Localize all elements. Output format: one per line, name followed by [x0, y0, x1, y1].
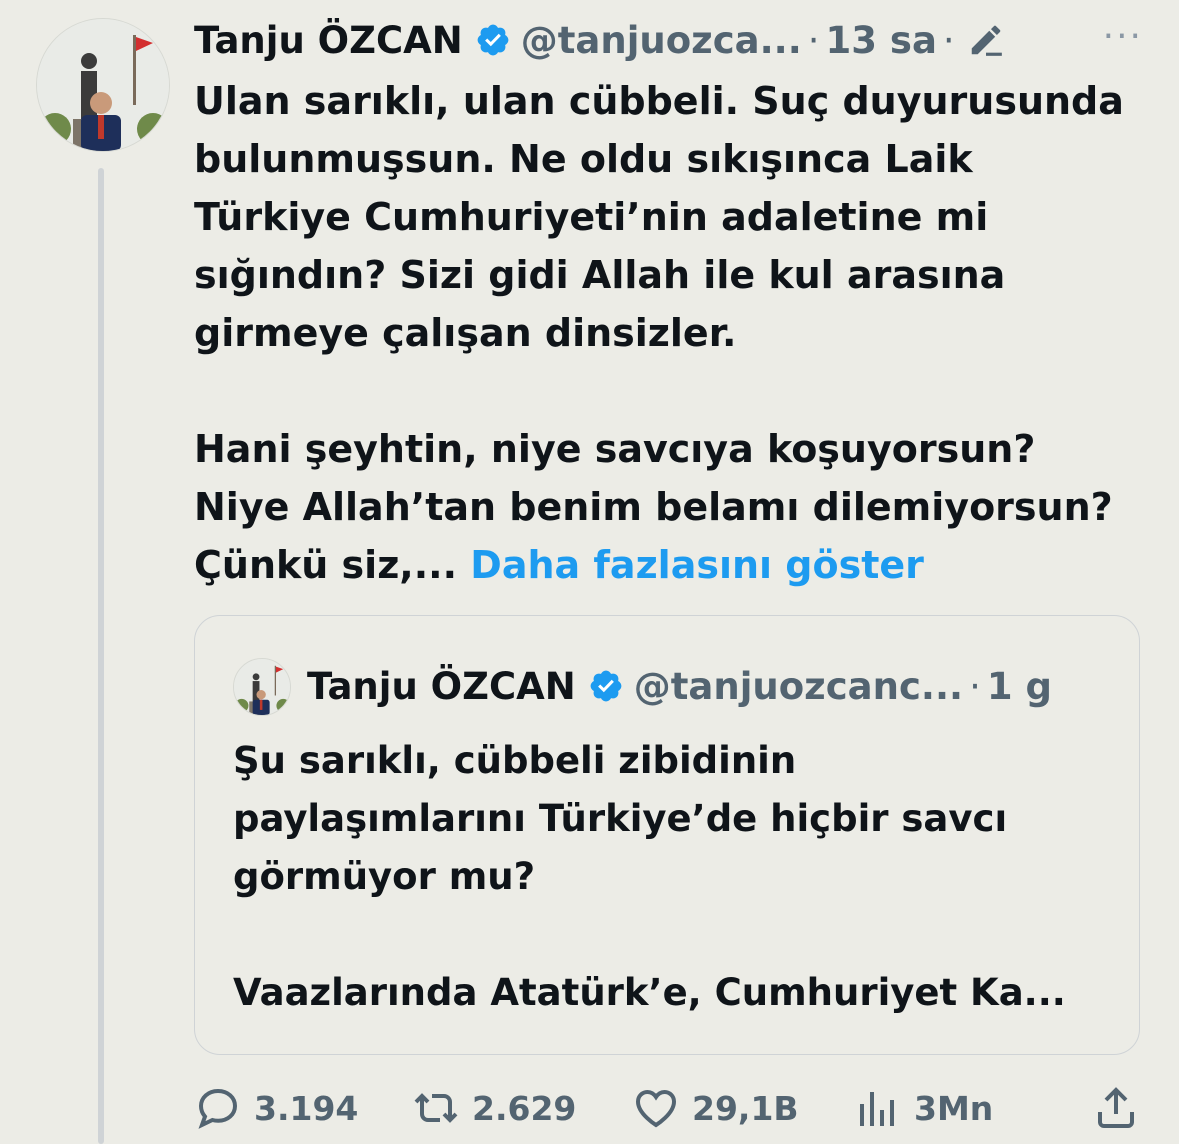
tweet-header: Tanju ÖZCAN @tanjuozca... · 13 sa · [194, 14, 1154, 66]
like-button[interactable]: 29,1B [632, 1078, 799, 1138]
tweet-timestamp[interactable]: 13 sa [826, 19, 937, 62]
separator-dot: · [807, 18, 820, 62]
quoted-tweet-header: Tanju ÖZCAN @tanjuozcanc... · 1 g [307, 660, 1052, 712]
reply-icon [198, 1088, 238, 1129]
tweet-body: Ulan sarıklı, ulan cübbeli. Suç duyurusu… [194, 79, 1124, 587]
author-avatar[interactable] [36, 18, 170, 152]
like-count: 29,1B [692, 1088, 799, 1128]
share-button[interactable] [1092, 1078, 1140, 1138]
separator-dot: · [969, 664, 981, 708]
reply-count: 3.194 [254, 1088, 359, 1128]
view-count: 3Mn [914, 1088, 994, 1128]
retweet-icon [414, 1093, 458, 1123]
retweet-count: 2.629 [472, 1088, 577, 1128]
author-handle[interactable]: @tanjuozca... [521, 19, 802, 62]
thread-connector-line [98, 168, 104, 1144]
edited-pencil-icon[interactable] [967, 21, 1005, 59]
verified-badge-icon [477, 24, 509, 56]
quoted-author-handle: @tanjuozcanc... [633, 664, 964, 708]
quoted-author-name: Tanju ÖZCAN [307, 664, 576, 708]
views-icon [860, 1092, 894, 1126]
quoted-tweet-card[interactable]: Tanju ÖZCAN @tanjuozcanc... · 1 g Şu sar… [194, 615, 1140, 1055]
show-more-link[interactable]: Daha fazlasını göster [470, 543, 924, 587]
author-name[interactable]: Tanju ÖZCAN [194, 19, 463, 62]
reply-button[interactable]: 3.194 [194, 1078, 358, 1138]
heart-icon [635, 1089, 677, 1128]
quoted-author-avatar [233, 658, 291, 716]
verified-badge-icon [590, 670, 622, 702]
share-icon [1098, 1087, 1134, 1128]
quoted-tweet-timestamp: 1 g [986, 664, 1052, 708]
tweet-action-bar: 3.194 2.629 29,1B 3Mn [194, 1078, 1144, 1138]
retweet-button[interactable]: 2.629 [412, 1078, 576, 1138]
tweet-text: Ulan sarıklı, ulan cübbeli. Suç duyurusu… [194, 72, 1154, 594]
separator-dot: · [942, 18, 955, 62]
more-options-icon[interactable]: ··· [1103, 19, 1143, 55]
views-button[interactable]: 3Mn [854, 1078, 993, 1138]
quoted-tweet-text: Şu sarıklı, cübbeli zibidinin paylaşımla… [233, 739, 1066, 1014]
